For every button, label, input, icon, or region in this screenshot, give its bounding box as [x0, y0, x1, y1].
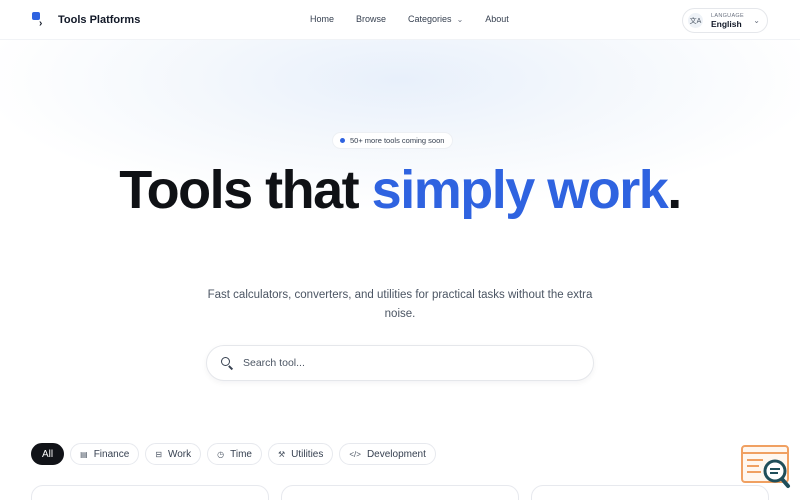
filter-utilities[interactable]: ⚒ Utilities	[267, 443, 334, 465]
nav-categories[interactable]: Categories ⌄	[408, 14, 463, 24]
filter-label: Finance	[93, 448, 130, 460]
filter-all[interactable]: All	[31, 443, 65, 465]
feedback-widget[interactable]	[741, 445, 791, 489]
filter-label: Work	[167, 448, 192, 460]
briefcase-icon: ⊟	[155, 449, 162, 459]
filter-time[interactable]: ◷ Time	[207, 443, 262, 465]
nav-categories-label: Categories	[408, 14, 452, 24]
receipt-icon: ▤	[80, 449, 88, 459]
brand-logo[interactable]: › Tools Platforms	[32, 11, 140, 29]
filter-label: Time	[230, 448, 252, 460]
tool-card[interactable]	[31, 485, 269, 500]
translate-icon: 文A	[688, 13, 703, 28]
brand-name: Tools Platforms	[58, 14, 141, 26]
wrench-icon: ⚒	[277, 449, 286, 459]
search-input[interactable]	[243, 357, 563, 369]
hero-headline: Tools that simply work.	[0, 162, 800, 218]
filter-label: Utilities	[291, 448, 324, 460]
search-bar[interactable]	[206, 345, 594, 381]
feedback-widget-icon	[741, 445, 790, 488]
filter-work[interactable]: ⊟ Work	[145, 443, 202, 465]
nav-browse[interactable]: Browse	[356, 14, 386, 24]
main-nav: Home Browse Categories ⌄ About	[310, 14, 531, 24]
clock-icon: ◷	[217, 449, 225, 459]
coming-soon-badge: 50+ more tools coming soon	[332, 132, 454, 149]
status-dot	[340, 138, 345, 143]
code-icon: </>	[349, 449, 361, 459]
hero-subtitle: Fast calculators, converters, and utilit…	[207, 289, 593, 320]
filter-label: All	[42, 448, 54, 460]
tool-card[interactable]	[531, 485, 769, 500]
nav-browse-label: Browse	[356, 14, 387, 24]
nav-about[interactable]: About	[485, 14, 509, 24]
nav-about-label: About	[485, 14, 509, 24]
language-value: English	[711, 18, 742, 29]
top-navbar: › Tools Platforms Home Browse Categories…	[0, 0, 800, 40]
nav-home[interactable]: Home	[310, 14, 334, 24]
tool-card[interactable]	[281, 485, 519, 500]
search-icon	[221, 357, 234, 370]
filter-finance[interactable]: ▤ Finance	[70, 443, 140, 465]
badge-text: 50+ more tools coming soon	[350, 136, 445, 145]
logo-icon: ›	[32, 11, 50, 29]
headline-end: .	[667, 160, 682, 220]
headline-part1: Tools that	[119, 160, 372, 220]
nav-home-label: Home	[310, 14, 335, 24]
headline-accent: simply work	[371, 160, 669, 220]
category-filters: All ▤ Finance ⊟ Work ◷ Time ⚒ Utilities …	[31, 443, 442, 465]
filter-development[interactable]: </> Development	[339, 443, 436, 465]
filter-label: Development	[366, 448, 426, 460]
chevron-down-icon: ⌄	[456, 14, 464, 24]
language-selector[interactable]: 文A LANGUAGE English ⌄	[682, 8, 768, 33]
chevron-down-icon: ⌄	[753, 16, 760, 25]
